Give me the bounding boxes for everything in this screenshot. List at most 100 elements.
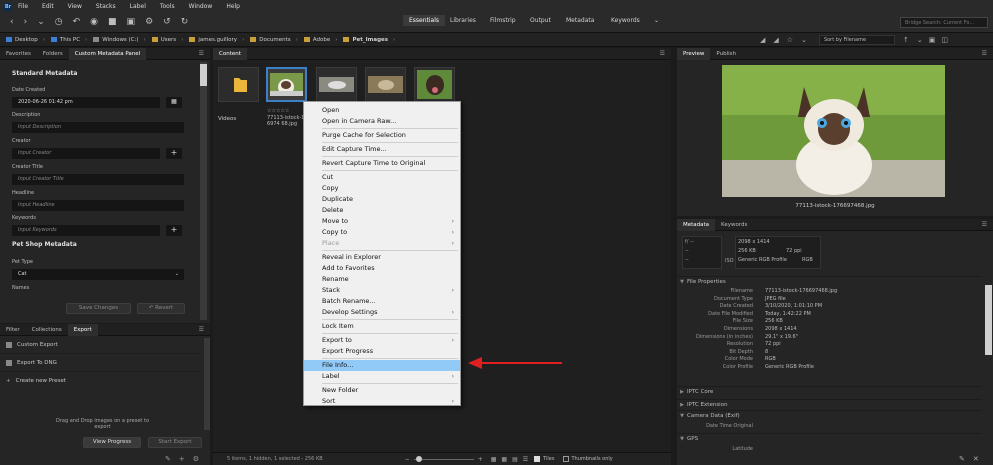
tab-publish[interactable]: Publish bbox=[710, 48, 742, 60]
menu-file[interactable]: File bbox=[18, 3, 28, 10]
tab-collections[interactable]: Collections bbox=[26, 324, 68, 336]
keywords-field[interactable]: Input Keywords bbox=[12, 225, 160, 236]
date-created-field[interactable]: 2020-06-26 01:42 pm bbox=[12, 97, 160, 108]
menu-label[interactable]: Label bbox=[130, 3, 146, 10]
menu-item-copy[interactable]: Copy bbox=[304, 183, 460, 194]
refine-icon[interactable]: ■ bbox=[108, 17, 117, 27]
menu-item-duplicate[interactable]: Duplicate bbox=[304, 194, 460, 205]
camera-icon[interactable]: ◉ bbox=[90, 17, 98, 27]
menu-item-delete[interactable]: Delete bbox=[304, 205, 460, 216]
workspace-metadata[interactable]: Metadata bbox=[566, 17, 594, 24]
menu-item-copy-to[interactable]: Copy to › bbox=[304, 227, 460, 238]
thumb-2[interactable] bbox=[316, 67, 357, 102]
breadcrumb-item[interactable]: Windows (C:) › bbox=[93, 37, 146, 43]
gps-header[interactable]: ▼ GPS bbox=[677, 433, 982, 444]
workspace-essentials[interactable]: Essentials bbox=[403, 15, 446, 26]
panel-menu-icon[interactable]: ☰ bbox=[982, 50, 987, 57]
forward-icon[interactable]: › bbox=[24, 17, 28, 27]
back-icon[interactable]: ‹ bbox=[10, 17, 14, 27]
list-view-icon[interactable]: ☰ bbox=[523, 456, 528, 463]
star-filter-chevron-icon[interactable]: ⌄ bbox=[801, 36, 807, 44]
breadcrumb-item[interactable]: Users › bbox=[151, 37, 183, 43]
calendar-icon[interactable]: ▦ bbox=[166, 97, 182, 108]
workspace-output[interactable]: Output bbox=[530, 17, 551, 24]
gear-icon[interactable]: ⚙ bbox=[193, 455, 199, 463]
headline-field[interactable]: Input Headline bbox=[12, 200, 184, 211]
tab-custom-metadata[interactable]: Custom Metadata Panel bbox=[68, 47, 147, 60]
description-field[interactable]: Input Description bbox=[12, 122, 184, 133]
menu-window[interactable]: Window bbox=[189, 3, 213, 10]
menu-item-batch-rename[interactable]: Batch Rename... bbox=[304, 296, 460, 307]
quality-icon-2[interactable]: ◢ bbox=[773, 36, 778, 44]
add-keyword-button[interactable]: + bbox=[166, 225, 182, 236]
menu-item-move-to[interactable]: Move to › bbox=[304, 216, 460, 227]
breadcrumb-item[interactable]: Documents › bbox=[250, 37, 298, 43]
menu-help[interactable]: Help bbox=[226, 3, 240, 10]
thumb-3[interactable] bbox=[365, 67, 406, 102]
panel-menu-icon[interactable]: ☰ bbox=[982, 221, 987, 228]
edit-icon[interactable]: ✎ bbox=[959, 455, 965, 463]
iptc-core-header[interactable]: ▶ IPTC Core bbox=[677, 386, 982, 397]
breadcrumb-item[interactable]: james.guillory › bbox=[189, 37, 244, 43]
menu-item-reveal-in-explorer[interactable]: Reveal in Explorer bbox=[304, 252, 460, 263]
panel-menu-icon[interactable]: ☰ bbox=[660, 50, 665, 57]
menu-item-open[interactable]: Open bbox=[304, 105, 460, 116]
menu-item-stack[interactable]: Stack › bbox=[304, 285, 460, 296]
panel-menu-icon[interactable]: ☰ bbox=[199, 50, 204, 57]
tab-export[interactable]: Export bbox=[67, 323, 98, 336]
zoom-out-icon[interactable]: − bbox=[405, 456, 410, 463]
menu-item-rename[interactable]: Rename bbox=[304, 274, 460, 285]
rotate-left-icon[interactable]: ↺ bbox=[163, 17, 171, 27]
creator-title-field[interactable]: Input Creator Title bbox=[12, 174, 184, 185]
menu-item-purge-cache-for-selection[interactable]: Purge Cache for Selection bbox=[304, 130, 460, 141]
create-preset[interactable]: + Create new Preset bbox=[0, 372, 200, 390]
menu-item-develop-settings[interactable]: Develop Settings › bbox=[304, 307, 460, 318]
menu-edit[interactable]: Edit bbox=[42, 3, 54, 10]
tab-folders[interactable]: Folders bbox=[37, 48, 69, 60]
menu-item-export-progress[interactable]: Export Progress bbox=[304, 346, 460, 357]
start-export-button[interactable]: Start Export bbox=[148, 437, 202, 448]
thumb-4[interactable] bbox=[414, 67, 455, 102]
menu-item-edit-capture-time[interactable]: Edit Capture Time... bbox=[304, 144, 460, 155]
search-input[interactable]: Bridge Search: Current Fo... bbox=[900, 17, 988, 28]
iptc-extension-header[interactable]: ▶ IPTC Extension bbox=[677, 399, 982, 410]
recent-icon[interactable]: ⌄ bbox=[37, 17, 45, 27]
tab-metadata[interactable]: Metadata bbox=[677, 218, 716, 231]
pet-type-dropdown[interactable]: Cat ⌄ bbox=[12, 269, 184, 280]
menu-view[interactable]: View bbox=[68, 3, 82, 10]
trash-icon[interactable]: ◫ bbox=[941, 36, 948, 44]
tab-favorites[interactable]: Favorites bbox=[0, 48, 37, 60]
menu-tools[interactable]: Tools bbox=[160, 3, 175, 10]
panel-menu-icon[interactable]: ☰ bbox=[199, 326, 204, 333]
boomerang-icon[interactable]: ↶ bbox=[73, 17, 81, 27]
menu-item-revert-capture-time-to-original[interactable]: Revert Capture Time to Original bbox=[304, 158, 460, 169]
scrollbar[interactable] bbox=[204, 338, 210, 430]
workspace-more-icon[interactable]: ⌄ bbox=[654, 17, 659, 24]
menu-item-lock-item[interactable]: Lock Item bbox=[304, 321, 460, 332]
zoom-in-icon[interactable]: + bbox=[478, 456, 483, 463]
file-properties-header[interactable]: ▼ File Properties bbox=[677, 276, 982, 287]
rotate-right-icon[interactable]: ↻ bbox=[181, 17, 189, 27]
creator-field[interactable]: Input Creator bbox=[12, 148, 160, 159]
menu-item-cut[interactable]: Cut bbox=[304, 172, 460, 183]
breadcrumb-item[interactable]: Desktop › bbox=[6, 37, 45, 43]
sort-dropdown[interactable]: Sort by Filename bbox=[818, 35, 895, 45]
workspace-libraries[interactable]: Libraries bbox=[450, 17, 476, 24]
menu-item-label[interactable]: Label › bbox=[304, 371, 460, 382]
scrollbar-thumb[interactable] bbox=[200, 64, 207, 86]
thumbnail-view-icon[interactable]: ▦ bbox=[501, 456, 507, 463]
details-view-icon[interactable]: ▤ bbox=[512, 456, 518, 463]
revert-button[interactable]: ↶ Revert bbox=[137, 303, 185, 314]
menu-item-new-folder[interactable]: New Folder bbox=[304, 385, 460, 396]
export-dng[interactable]: Export To DNG bbox=[0, 354, 200, 372]
scrollbar-thumb[interactable] bbox=[985, 285, 992, 355]
tiles-checkbox[interactable] bbox=[534, 456, 541, 462]
zoom-slider[interactable] bbox=[413, 455, 474, 462]
breadcrumb-item[interactable]: Adobe › bbox=[303, 37, 337, 43]
tab-keywords[interactable]: Keywords bbox=[715, 219, 753, 231]
breadcrumb-item[interactable]: This PC › bbox=[50, 37, 87, 43]
star-filter-icon[interactable]: ☆ bbox=[787, 36, 793, 44]
history-icon[interactable]: ◷ bbox=[55, 17, 63, 27]
view-progress-button[interactable]: View Progress bbox=[83, 437, 141, 448]
workspace-filmstrip[interactable]: Filmstrip bbox=[490, 17, 516, 24]
